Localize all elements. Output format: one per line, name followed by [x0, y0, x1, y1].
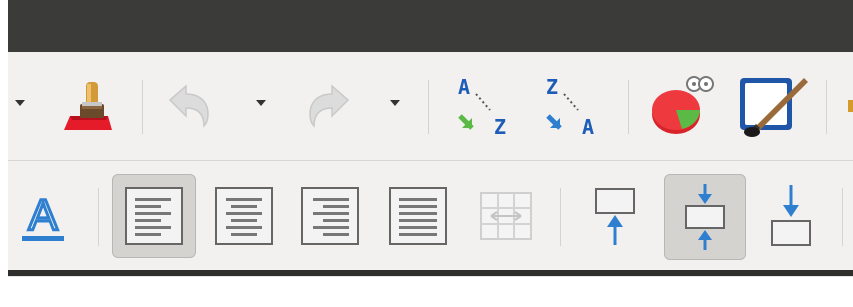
merge-cells-icon [480, 192, 532, 240]
align-top-icon [595, 188, 635, 245]
redo-button[interactable] [300, 80, 358, 132]
font-color-button[interactable]: A [14, 186, 72, 248]
sort-descending-icon: Z A [546, 75, 594, 139]
undo-icon [168, 84, 209, 128]
toolbar-separator [826, 80, 827, 134]
merge-cells-button[interactable] [468, 174, 544, 258]
align-top-button[interactable] [580, 178, 650, 254]
formula-bar-area [8, 276, 853, 307]
toolbar-separator [628, 80, 629, 134]
redo-dropdown-button[interactable] [384, 92, 406, 114]
sort-letter-z: Z [494, 115, 506, 139]
insert-chart-button[interactable] [646, 70, 720, 140]
toolbar-row-separator [8, 160, 853, 161]
align-center-button[interactable] [206, 174, 282, 258]
align-bottom-button[interactable] [756, 178, 826, 254]
insert-chart-icon [652, 76, 714, 134]
window-edge [0, 0, 8, 306]
toolbar-separator [98, 188, 99, 246]
partial-tool-icon [848, 100, 853, 112]
align-left-icon [125, 187, 183, 245]
justify-icon [389, 187, 447, 245]
dropdown-arrow-icon [390, 100, 400, 106]
toolbar-separator [428, 80, 429, 134]
undo-dropdown-button[interactable] [250, 92, 272, 114]
justify-button[interactable] [380, 174, 456, 258]
clone-formatting-button[interactable] [52, 74, 122, 140]
paste-dropdown-button[interactable] [10, 92, 30, 114]
center-vertically-icon [685, 184, 725, 250]
redo-icon [309, 84, 350, 128]
sort-ascending-button[interactable]: A Z [448, 70, 522, 140]
align-right-icon [301, 187, 359, 245]
font-color-letter: A [28, 191, 58, 240]
title-bar [8, 0, 853, 52]
toolbar-separator [842, 188, 843, 246]
overflow-tool-button[interactable] [838, 90, 853, 120]
sort-descending-button[interactable]: Z A [540, 70, 614, 140]
sort-letter-z: Z [546, 75, 558, 99]
toolbar-separator [142, 80, 143, 134]
align-right-button[interactable] [292, 174, 368, 258]
center-vertically-button[interactable] [664, 174, 746, 260]
align-bottom-icon [771, 185, 811, 246]
dropdown-arrow-icon [15, 100, 25, 106]
font-color-icon: A [22, 190, 64, 242]
sort-letter-a: A [582, 115, 594, 139]
align-left-button[interactable] [112, 174, 196, 258]
undo-button[interactable] [160, 80, 218, 132]
sort-ascending-icon: A Z [458, 75, 506, 139]
align-center-icon [215, 187, 273, 245]
sort-letter-a: A [458, 75, 470, 99]
dropdown-arrow-icon [256, 100, 266, 106]
draw-functions-button[interactable] [734, 70, 812, 142]
clone-formatting-icon [64, 82, 112, 130]
toolbar-separator [560, 188, 561, 246]
draw-functions-icon [740, 78, 808, 137]
